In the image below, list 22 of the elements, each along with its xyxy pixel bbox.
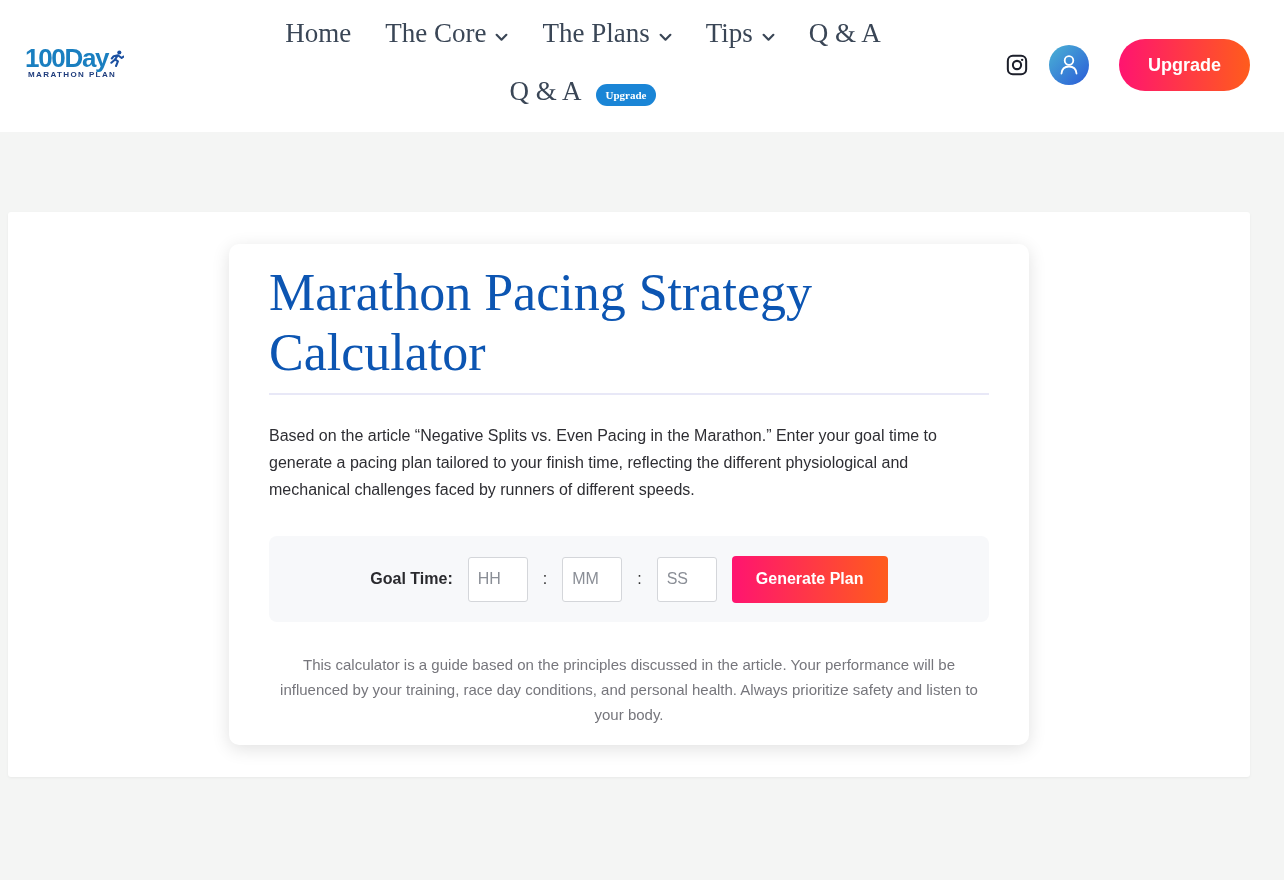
- site-logo[interactable]: 100Day MARATHON PLAN: [25, 46, 135, 80]
- time-separator: :: [637, 570, 642, 588]
- time-separator: :: [542, 570, 548, 588]
- time-field[interactable]: HH: [467, 556, 528, 602]
- disclaimer-text: This calculator is a guide based on the principles discussed in the article. Your performance will be influenced by your training, race day conditions, and personal health. Always prioritize safety and listen to your body.: [279, 655, 979, 725]
- nav-link[interactable]: The Core: [385, 10, 509, 56]
- nav-link[interactable]: Tips: [705, 10, 775, 56]
- instagram-icon[interactable]: [1006, 54, 1028, 76]
- upgrade-button[interactable]: Upgrade: [1119, 39, 1250, 91]
- time-field[interactable]: MM: [562, 556, 623, 602]
- nav-badge: Upgrade: [595, 84, 657, 106]
- runner-icon: [109, 49, 125, 67]
- nav-link[interactable]: Home: [285, 10, 352, 56]
- goal-time-label: Goal Time:: [370, 570, 453, 588]
- nav-link[interactable]: Q & A: [808, 10, 881, 56]
- description-text: Based on the article “Negative Splits vs. Even Pacing in the Marathon.” Enter your goal time to generate a pacing plan tailored to your finish time, reflecting the different physiological and mechanical challenges faced by runners of different speeds.: [269, 426, 938, 500]
- time-field[interactable]: SS: [656, 556, 717, 602]
- nav-link[interactable]: The Plans: [542, 10, 672, 56]
- nav-link[interactable]: Q & A Upgrade: [509, 68, 657, 114]
- generate-plan-button[interactable]: Generate Plan: [731, 555, 888, 603]
- account-avatar-icon[interactable]: [1049, 45, 1089, 85]
- page-title: Marathon Pacing Strategy Calculator: [269, 263, 989, 395]
